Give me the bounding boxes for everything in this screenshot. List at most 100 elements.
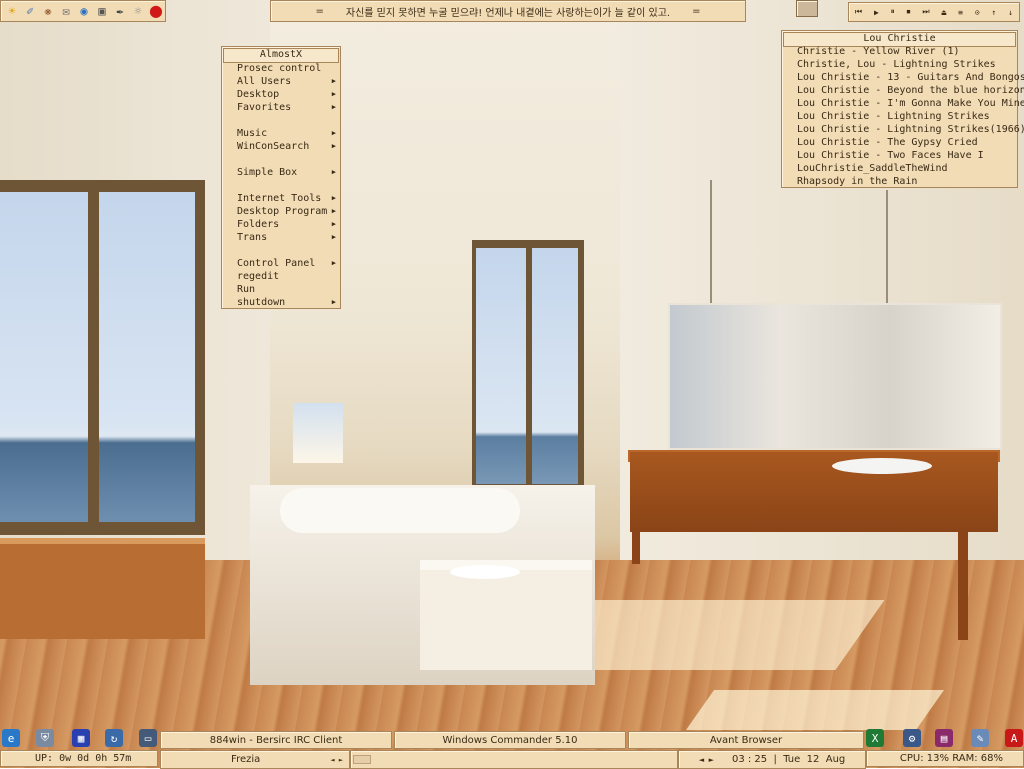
cpu-ram-text: CPU: 13% RAM: 68% [899, 753, 1003, 764]
seek-progress [353, 755, 371, 764]
playlist-item[interactable]: Christie - Yellow River (1) [797, 45, 960, 58]
submenu-arrow-icon: ▶ [331, 129, 336, 137]
playlist-window: Lou Christie Christie - Yellow River (1)… [781, 30, 1024, 188]
media-icon[interactable]: ⚙ [903, 729, 921, 747]
acrobat-icon[interactable]: A [1005, 729, 1023, 747]
submenu-arrow-icon: ▶ [331, 77, 336, 85]
volume-down-icon[interactable]: ↓ [1008, 8, 1013, 17]
task-label: 884win - Bersirc IRC Client [209, 734, 343, 746]
clock-text: 03 : 25 | Tue 12 Aug [731, 754, 846, 765]
stop-icon[interactable]: ⏹ [907, 7, 911, 17]
message-ticker: = 자신를 믿지 못하면 누굴 믿으랴! 언제나 내곁에는 사랑하는이가 늘 같… [270, 0, 746, 22]
menu-item-control-panel[interactable]: Control Panel ▶ [237, 257, 336, 270]
menu-item-desktop[interactable]: Desktop ▶ [237, 88, 336, 101]
menu-title: AlmostX [223, 48, 339, 63]
now-playing: Frezia ◄ ► [160, 750, 350, 769]
playlist-icon[interactable]: ≡ [958, 8, 963, 17]
menu-item-label: Favorites [237, 102, 292, 113]
network-icon[interactable]: ↻ [105, 729, 123, 747]
menu-item-desktop-program[interactable]: Desktop Program ▶ [237, 205, 336, 218]
seek-bar[interactable] [350, 750, 678, 769]
bulb-icon[interactable]: ☼ [130, 3, 146, 19]
menu-item-winconsearch[interactable]: WinConSearch ▶ [237, 140, 336, 153]
playlist-item[interactable]: Lou Christie - The Gypsy Cried [797, 136, 978, 149]
playlist-item[interactable]: Lou Christie - Beyond the blue horizon [797, 84, 1024, 97]
floppy-icon[interactable]: ▦ [72, 729, 90, 747]
previous-icon[interactable]: ⏮ [855, 7, 862, 17]
playlist-item[interactable]: Lou Christie - Two Faces Have I [797, 149, 984, 162]
menu-item-label: WinConSearch [237, 141, 310, 152]
playlist-item[interactable]: Rhapsody in the Rain [797, 175, 917, 188]
globe-icon[interactable]: ◉ [76, 3, 92, 19]
task-label: Windows Commander 5.10 [442, 734, 578, 746]
task-label: Avant Browser [709, 734, 783, 746]
submenu-arrow-icon: ▶ [331, 220, 336, 228]
menu-item-label: Internet Tools [237, 193, 322, 204]
menu-item-music[interactable]: Music ▶ [237, 127, 336, 140]
mini-widget[interactable] [796, 0, 818, 17]
menu-item-run[interactable]: Run [237, 283, 336, 296]
menu-item-label: Trans [237, 232, 268, 243]
monitor-icon[interactable]: ▭ [139, 729, 157, 747]
pause-icon[interactable]: ⏸ [891, 7, 895, 17]
menu-item-label: Run [237, 284, 256, 295]
playlist-item[interactable]: Lou Christie - 13 - Guitars And Bongos [797, 71, 1024, 84]
submenu-arrow-icon: ▶ [331, 259, 336, 267]
playlist-item[interactable]: Lou Christie - I'm Gonna Make You Mine [797, 97, 1024, 110]
task-button-commander[interactable]: Windows Commander 5.10 [394, 731, 626, 749]
volume-up-icon[interactable]: ↑ [992, 8, 997, 17]
track-nav-arrows-icon[interactable]: ◄ ► [330, 756, 349, 764]
menu-item-label: Desktop Program [237, 206, 328, 217]
menu-item-label: Simple Box [237, 167, 298, 178]
playlist-item[interactable]: LouChristie_SaddleTheWind [797, 162, 948, 175]
excel-icon[interactable]: X [866, 729, 884, 747]
pen-icon[interactable]: ✒ [112, 3, 128, 19]
playlist-item[interactable]: Lou Christie - Lightning Strikes [797, 110, 990, 123]
menu-item-all-users[interactable]: All Users ▶ [237, 75, 336, 88]
sun-icon[interactable]: ☀ [4, 3, 20, 19]
playlist-item[interactable]: Christie, Lou - Lightning Strikes [797, 58, 996, 71]
menu-item-regedit[interactable]: regedit [237, 270, 336, 283]
play-icon[interactable]: ▶ [874, 8, 879, 17]
printer-icon[interactable]: ▣ [94, 3, 110, 19]
menu-item-label: Music [237, 128, 268, 139]
clock-nav-arrows-icon[interactable]: ◄ ► [699, 756, 714, 764]
menu-item-label: All Users [237, 76, 292, 87]
menu-item-shutdown[interactable]: shutdown ▶ [237, 296, 336, 309]
submenu-arrow-icon: ▶ [331, 90, 336, 98]
menu-item-folders[interactable]: Folders ▶ [237, 218, 336, 231]
media-controls: ⏮ ▶ ⏸ ⏹ ⏭ ⏏ ≡ ⊙ ↑ ↓ [848, 2, 1020, 22]
menu-item-label: Desktop [237, 89, 280, 100]
menu-item-label: Prosec control [237, 63, 322, 74]
winrar-icon[interactable]: ▤ [935, 729, 953, 747]
menu-item-prosec-control[interactable]: Prosec control [237, 62, 336, 75]
menu-item-label: regedit [237, 271, 280, 282]
mail-icon[interactable]: ✉ [58, 3, 74, 19]
playlist-item[interactable]: Lou Christie - Lightning Strikes(1966) [797, 123, 1024, 136]
ticker-left-mark: = [315, 5, 324, 17]
feather-icon[interactable]: ✐ [22, 3, 38, 19]
notepad-icon[interactable]: ✎ [971, 729, 989, 747]
submenu-arrow-icon: ▶ [331, 103, 336, 111]
menu-item-favorites[interactable]: Favorites ▶ [237, 101, 336, 114]
ticker-right-mark: = [692, 5, 701, 17]
clock-display: ◄ ► 03 : 25 | Tue 12 Aug [678, 750, 866, 769]
submenu-arrow-icon: ▶ [331, 168, 336, 176]
task-button-irc[interactable]: 884win - Bersirc IRC Client [160, 731, 392, 749]
eject-icon[interactable]: ⏏ [941, 8, 946, 17]
menu-item-simple-box[interactable]: Simple Box ▶ [237, 166, 336, 179]
menu-item-trans[interactable]: Trans ▶ [237, 231, 336, 244]
now-playing-title: Frezia [231, 754, 261, 765]
menu-item-internet-tools[interactable]: Internet Tools ▶ [237, 192, 336, 205]
bug-icon[interactable]: ❋ [40, 3, 56, 19]
next-icon[interactable]: ⏭ [922, 7, 929, 17]
menu-item-label: shutdown [237, 297, 286, 308]
options-icon[interactable]: ⊙ [975, 8, 980, 17]
shield-icon[interactable]: ⛨ [36, 729, 54, 747]
ticker-text: 자신를 믿지 못하면 누굴 믿으랴! 언제나 내곁에는 사랑하는이가 늘 같이 … [345, 7, 671, 19]
uptime-text: UP: 0w 0d 0h 57m [35, 753, 132, 764]
power-icon[interactable]: ⬤ [148, 3, 164, 19]
ie-icon[interactable]: e [2, 729, 20, 747]
submenu-arrow-icon: ▶ [331, 142, 336, 150]
task-button-browser[interactable]: Avant Browser [628, 731, 864, 749]
